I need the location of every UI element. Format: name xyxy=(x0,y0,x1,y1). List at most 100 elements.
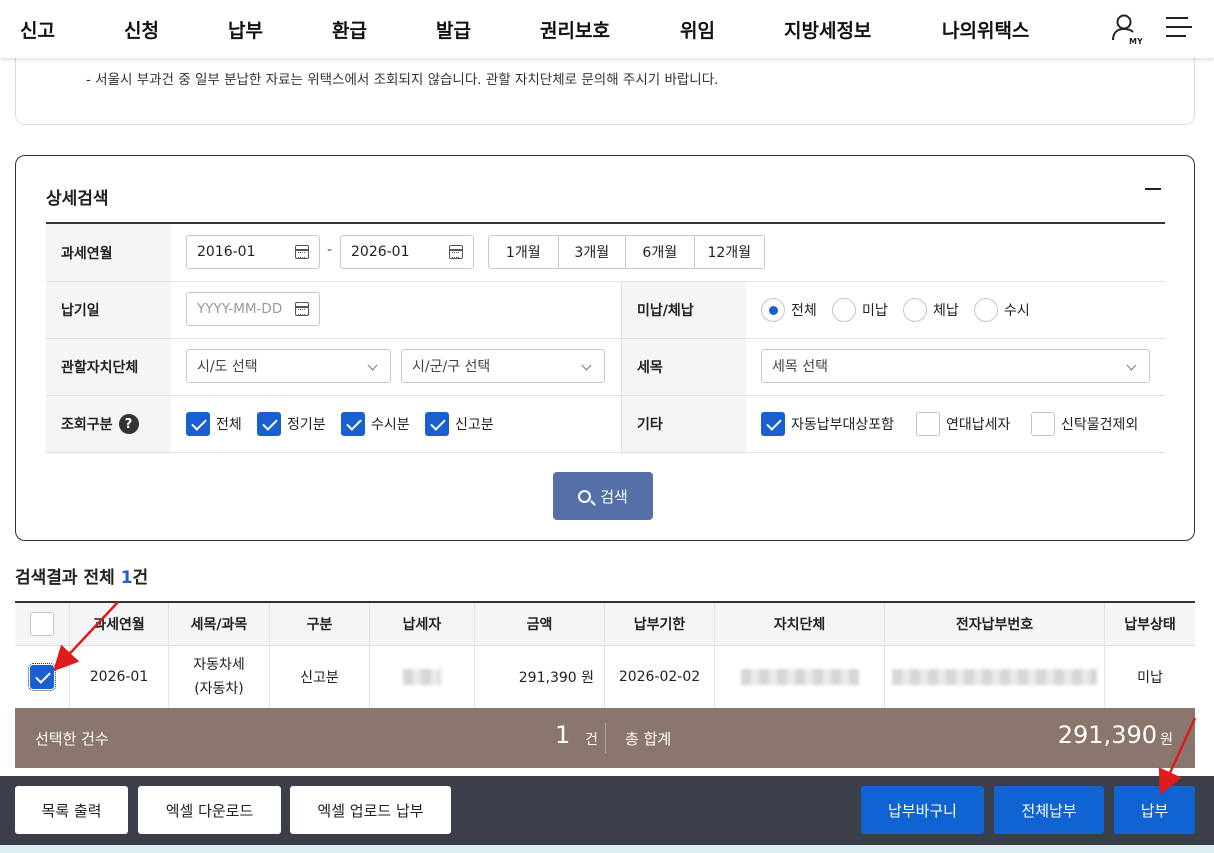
header-type: 구분 xyxy=(270,603,370,645)
cell-e-payment-number xyxy=(885,646,1105,708)
header-tax-item: 세목/과목 xyxy=(169,603,270,645)
payment-cart-button[interactable]: 납부바구니 xyxy=(861,786,984,834)
date-from-field[interactable]: 2016-01 xyxy=(186,235,320,269)
period-6-month-button[interactable]: 6개월 xyxy=(626,236,695,268)
nav-item-report[interactable]: 신고 xyxy=(20,16,55,43)
checkbox-box xyxy=(341,412,365,436)
radio-occasional-label: 수시 xyxy=(1004,303,1030,319)
row-tax-period: 과세연월 2016-01 - 2026-01 1개월 3개월 6개월 12개월 xyxy=(46,224,1165,282)
help-icon[interactable]: ? xyxy=(118,414,139,434)
detail-search-panel: 상세검색 과세연월 2016-01 - 2026-01 1개월 3개월 6개월 … xyxy=(15,155,1195,541)
radio-all-label: 전체 xyxy=(791,303,817,319)
date-from-value: 2016-01 xyxy=(197,244,256,260)
checkbox-auto-pay-include[interactable]: 자동납부대상포함 xyxy=(761,412,894,436)
radio-delinquent[interactable]: 체납 xyxy=(903,298,959,322)
nav-item-issue[interactable]: 발급 xyxy=(436,16,471,43)
nav-item-apply[interactable]: 신청 xyxy=(124,16,159,43)
redacted-authority xyxy=(740,669,859,685)
radio-circle xyxy=(832,298,856,322)
my-page-icon[interactable]: MY xyxy=(1110,12,1142,46)
tax-item-subject: (자동차) xyxy=(194,681,244,697)
nav-item-payment[interactable]: 납부 xyxy=(228,16,263,43)
cell-status: 미납 xyxy=(1137,670,1163,686)
date-separator: - xyxy=(327,242,333,258)
hamburger-menu-icon[interactable] xyxy=(1166,16,1192,38)
period-1-month-button[interactable]: 1개월 xyxy=(489,236,559,268)
period-3-month-button[interactable]: 3개월 xyxy=(559,236,627,268)
excel-download-button[interactable]: 엑셀 다운로드 xyxy=(138,786,281,834)
nav-item-local-tax-info[interactable]: 지방세정보 xyxy=(784,16,871,43)
row-query-type: 조회구분? 전체 정기분 수시분 신고분 기타 자동납부대상포함 연대납세자 신… xyxy=(46,396,1165,453)
checkbox-exclude-trust[interactable]: 신탁물건제외 xyxy=(1031,412,1138,436)
header-taxpayer: 납세자 xyxy=(370,603,475,645)
cell-amount: 291,390 원 xyxy=(475,646,605,708)
checkbox-box xyxy=(257,412,281,436)
checkbox-joint-taxpayer[interactable]: 연대납세자 xyxy=(916,412,1010,436)
checkbox-label: 신탁물건제외 xyxy=(1061,417,1139,433)
chevron-down-icon xyxy=(1126,360,1137,371)
sigungu-select[interactable]: 시/군/구 선택 xyxy=(401,349,605,383)
top-navigation: 신고 신청 납부 환급 발급 권리보호 위임 지방세정보 나의위택스 MY xyxy=(0,0,1214,58)
checkbox-row-select[interactable] xyxy=(28,663,56,691)
chevron-down-icon xyxy=(581,360,592,371)
checkbox-box xyxy=(186,412,210,436)
checkbox-select-all[interactable] xyxy=(30,612,54,636)
print-list-button[interactable]: 목록 출력 xyxy=(15,786,128,834)
row-due-date: 납기일 YYYY-MM-DD 미납/체납 전체 미납 체납 수시 xyxy=(46,282,1165,339)
redacted-payment-number xyxy=(892,669,1097,685)
header-amount: 금액 xyxy=(475,603,605,645)
collapse-icon[interactable] xyxy=(1145,188,1161,190)
sido-select[interactable]: 시/도 선택 xyxy=(186,349,391,383)
checkbox-regular[interactable]: 정기분 xyxy=(257,412,326,436)
due-date-placeholder: YYYY-MM-DD xyxy=(197,301,283,317)
table-row: 2026-01 자동차세 (자동차) 신고분 291,390 원 2026-02… xyxy=(15,646,1195,708)
header-authority: 자치단체 xyxy=(715,603,885,645)
tax-item-select[interactable]: 세목 선택 xyxy=(761,349,1150,383)
notice-text: - 서울시 부과건 중 일부 분납한 자료는 위택스에서 조회되지 않습니다. … xyxy=(86,72,719,88)
query-type-label: 조회구분 xyxy=(61,417,113,433)
unpaid-label: 미납/체납 xyxy=(621,282,746,338)
table-header: 과세연월 세목/과목 구분 납세자 금액 납부기한 자치단체 전자납부번호 납부… xyxy=(15,601,1195,646)
select-all-cell xyxy=(15,603,70,645)
checkbox-label: 정기분 xyxy=(287,417,326,433)
nav-item-delegation[interactable]: 위임 xyxy=(680,16,715,43)
total-amount: 291,390 xyxy=(1057,721,1157,749)
cell-type: 신고분 xyxy=(270,646,370,708)
radio-all[interactable]: 전체 xyxy=(761,298,817,322)
cell-due-date: 2026-02-02 xyxy=(605,646,715,708)
calendar-icon[interactable] xyxy=(295,245,309,259)
nav-item-refund[interactable]: 환급 xyxy=(332,16,367,43)
checkbox-query-all[interactable]: 전체 xyxy=(186,412,242,436)
nav-item-rights[interactable]: 권리보호 xyxy=(540,16,610,43)
cell-tax-item: 자동차세 (자동차) xyxy=(169,646,270,708)
checkbox-label: 연대납세자 xyxy=(946,417,1011,433)
selected-count: 1 xyxy=(555,721,571,749)
tax-period-label: 과세연월 xyxy=(46,224,171,281)
my-label: MY xyxy=(1129,37,1142,46)
divider xyxy=(605,723,606,753)
calendar-icon[interactable] xyxy=(449,245,463,259)
checkbox-reported[interactable]: 신고분 xyxy=(425,412,494,436)
pay-all-button[interactable]: 전체납부 xyxy=(994,786,1104,834)
selected-count-label: 선택한 건수 xyxy=(35,730,109,748)
header-period: 과세연월 xyxy=(70,603,169,645)
sigungu-select-value: 시/군/구 선택 xyxy=(412,359,491,375)
radio-occasional[interactable]: 수시 xyxy=(974,298,1030,322)
tax-item-select-value: 세목 선택 xyxy=(772,359,828,375)
header-e-payment-number: 전자납부번호 xyxy=(885,603,1105,645)
calendar-icon[interactable] xyxy=(295,302,309,316)
checkbox-occasional[interactable]: 수시분 xyxy=(341,412,410,436)
period-12-month-button[interactable]: 12개월 xyxy=(695,236,764,268)
pay-button[interactable]: 납부 xyxy=(1114,786,1195,834)
checkbox-box xyxy=(916,412,940,436)
radio-delinquent-label: 체납 xyxy=(933,303,959,319)
checkbox-box xyxy=(761,412,785,436)
radio-unpaid[interactable]: 미납 xyxy=(832,298,888,322)
nav-item-my-wetax[interactable]: 나의위택스 xyxy=(942,16,1029,43)
date-to-field[interactable]: 2026-01 xyxy=(340,235,474,269)
checkbox-box xyxy=(28,663,56,691)
due-date-field[interactable]: YYYY-MM-DD xyxy=(186,292,320,326)
search-button[interactable]: 검색 xyxy=(553,472,653,520)
cell-period: 2026-01 xyxy=(70,646,169,708)
excel-upload-pay-button[interactable]: 엑셀 업로드 납부 xyxy=(290,786,451,834)
